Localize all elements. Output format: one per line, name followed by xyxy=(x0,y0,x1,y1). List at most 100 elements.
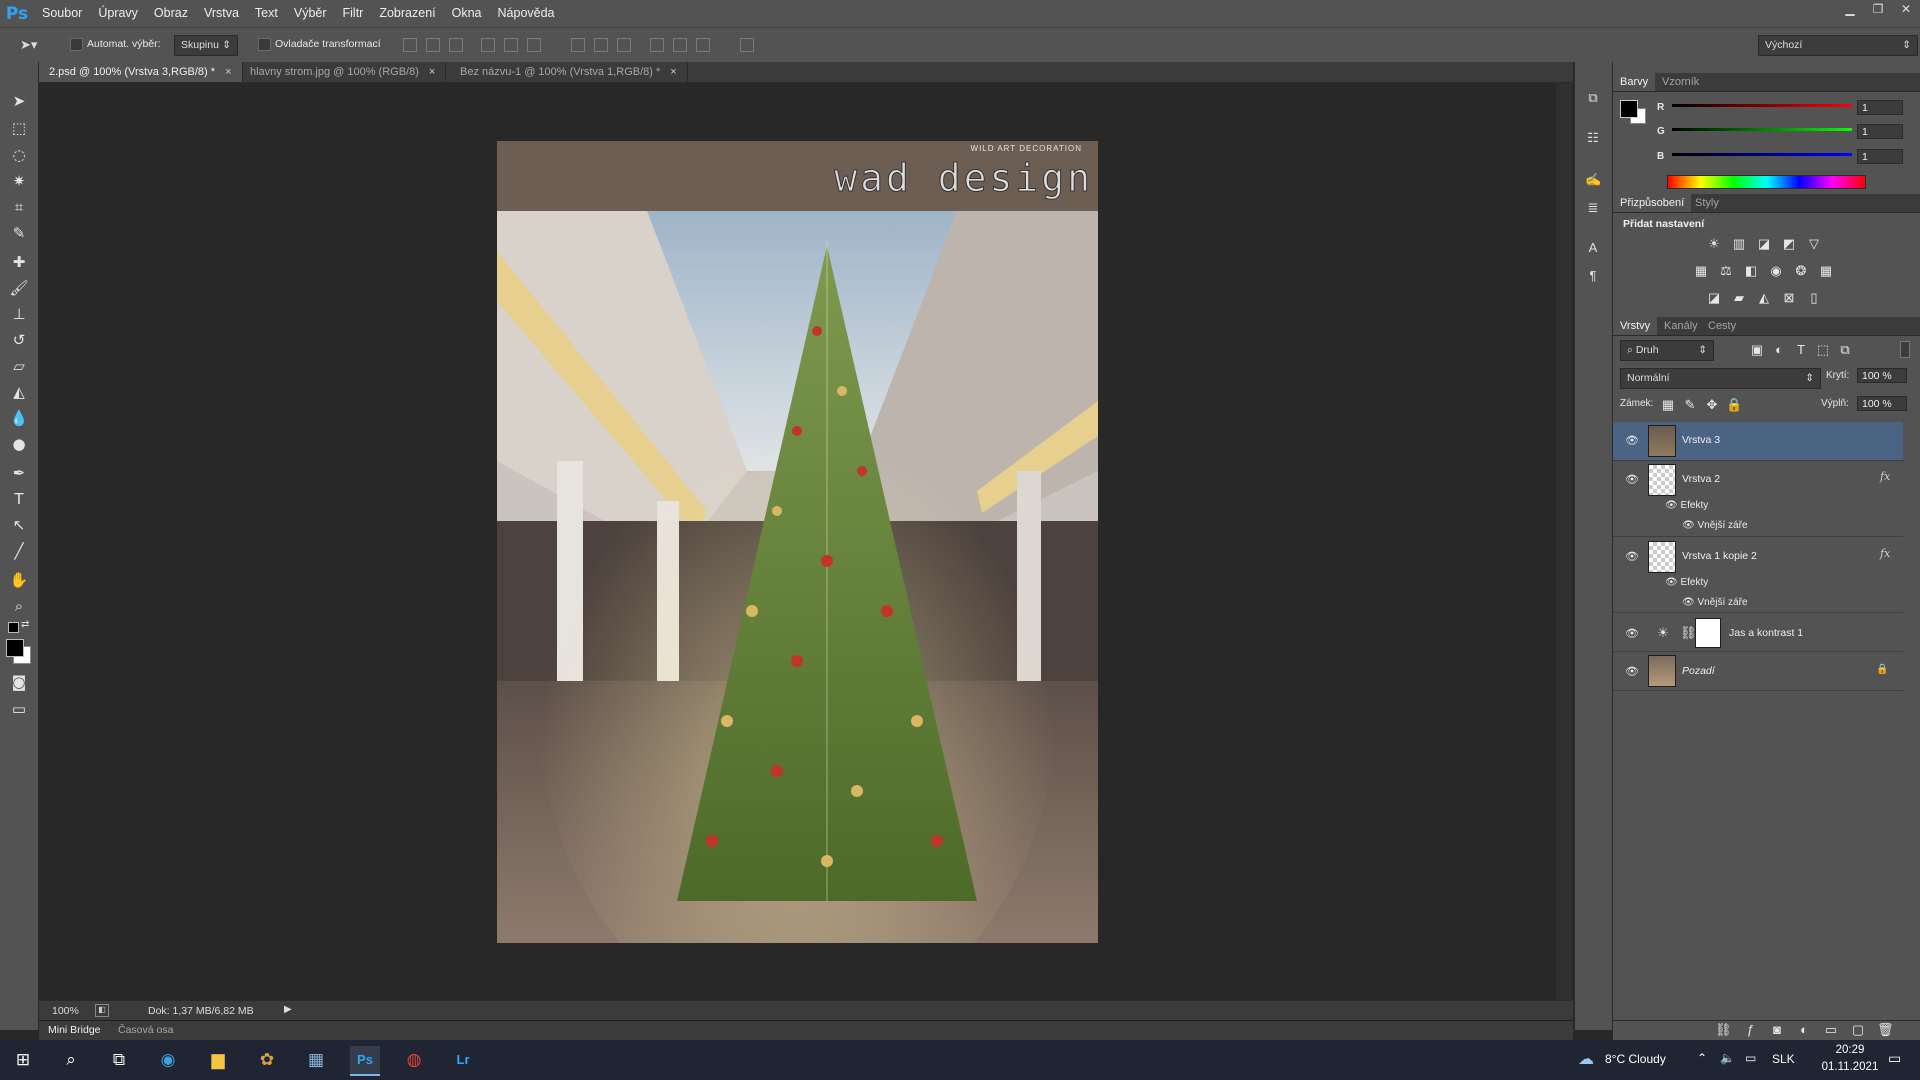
zoom-level[interactable]: 100% xyxy=(52,1005,79,1017)
proof-icon[interactable]: ◧ xyxy=(95,1004,109,1017)
posterize-icon[interactable]: ▰ xyxy=(1731,291,1747,305)
red-value[interactable]: 1 xyxy=(1857,100,1903,115)
menu-upravy[interactable]: Úpravy xyxy=(90,0,146,27)
layer-name[interactable]: Vrstva 2 xyxy=(1682,473,1720,485)
filter-toggle-switch[interactable] xyxy=(1900,341,1910,358)
lock-all-icon[interactable]: 🔒 xyxy=(1726,398,1742,412)
brush-panel-icon[interactable]: ✍ xyxy=(1585,172,1601,188)
auto-align-icon[interactable] xyxy=(740,38,754,52)
screen-mode-icon[interactable]: ▭ xyxy=(7,698,31,720)
quick-mask-icon[interactable]: ◙ xyxy=(7,671,31,693)
effects-label[interactable]: 👁 Efekty xyxy=(1665,577,1708,588)
pen-tool-icon[interactable]: ✒ xyxy=(7,462,31,484)
color-panel-fg-swatch[interactable] xyxy=(1620,100,1638,118)
add-style-icon[interactable]: ƒ xyxy=(1742,1023,1758,1037)
visibility-eye-icon[interactable]: 👁 xyxy=(1625,473,1639,486)
layer-name[interactable]: Vrstva 3 xyxy=(1682,434,1720,446)
delete-layer-icon[interactable]: 🗑 xyxy=(1877,1023,1894,1037)
crop-tool-icon[interactable]: ⌗ xyxy=(7,196,31,218)
weather-text[interactable]: 8°C Cloudy xyxy=(1605,1052,1666,1066)
language-indicator[interactable]: SLK xyxy=(1772,1052,1795,1066)
menu-obraz[interactable]: Obraz xyxy=(146,0,196,27)
gradient-map-icon[interactable]: ⊠ xyxy=(1781,291,1797,305)
black-white-icon[interactable]: ◧ xyxy=(1743,264,1759,278)
layer-name[interactable]: Pozadí xyxy=(1682,665,1715,677)
history-panel-icon[interactable]: ⧉ xyxy=(1585,90,1601,106)
marquee-tool-icon[interactable]: ⬚ xyxy=(7,117,31,139)
align-right-icon[interactable] xyxy=(527,38,541,52)
green-slider[interactable] xyxy=(1672,128,1852,131)
distribute-top-icon[interactable] xyxy=(571,38,585,52)
menu-vyber[interactable]: Výběr xyxy=(286,0,335,27)
close-tab-icon[interactable]: × xyxy=(225,66,231,78)
tab-cesty[interactable]: Cesty xyxy=(1701,317,1743,335)
lock-position-icon[interactable]: ✥ xyxy=(1704,398,1720,412)
align-left-icon[interactable] xyxy=(481,38,495,52)
properties-panel-icon[interactable]: ☷ xyxy=(1585,130,1601,146)
visibility-eye-icon[interactable]: 👁 xyxy=(1625,434,1639,447)
move-tool-preset-icon[interactable]: ➤▾ xyxy=(20,37,37,53)
type-tool-icon[interactable]: T xyxy=(7,488,31,510)
outer-glow-effect[interactable]: 👁 Vnější záře xyxy=(1682,597,1748,608)
blue-value[interactable]: 1 xyxy=(1857,149,1903,164)
layer-filter-dropdown[interactable]: ⌕ Druh ⇕ xyxy=(1620,340,1714,361)
brightness-contrast-icon[interactable]: ☀ xyxy=(1706,237,1722,251)
tab-mini-bridge[interactable]: Mini Bridge xyxy=(48,1024,101,1036)
tab-2-psd[interactable]: 2.psd @ 100% (Vrstva 3,RGB/8) * × xyxy=(39,62,243,82)
outer-glow-effect[interactable]: 👁 Vnější záře xyxy=(1682,520,1748,531)
tab-styly[interactable]: Styly xyxy=(1688,194,1726,212)
chrome-browser-icon[interactable]: ◍ xyxy=(399,1046,429,1074)
color-balance-icon[interactable]: ⚖ xyxy=(1718,264,1734,278)
layer-name[interactable]: Vrstva 1 kopie 2 xyxy=(1682,550,1757,562)
minimize-button[interactable]: ▁ xyxy=(1836,0,1864,20)
windows-start-icon[interactable]: ⊞ xyxy=(8,1046,38,1074)
zoom-tool-icon[interactable]: ⌕ xyxy=(7,595,31,617)
curves-icon[interactable]: ◪ xyxy=(1756,237,1772,251)
selective-color-icon[interactable]: ▯ xyxy=(1806,291,1822,305)
menu-zobrazeni[interactable]: Zobrazení xyxy=(371,0,443,27)
effects-label[interactable]: 👁 Efekty xyxy=(1665,500,1708,511)
clock-time[interactable]: 20:29 xyxy=(1820,1044,1880,1056)
link-layers-icon[interactable]: ⛓ xyxy=(1715,1023,1732,1037)
path-selection-tool-icon[interactable]: ↖ xyxy=(7,514,31,536)
restore-button[interactable]: ❐ xyxy=(1864,0,1892,20)
auto-select-dropdown[interactable]: Skupinu ⇕ xyxy=(174,35,238,56)
document-canvas[interactable]: WILD ART DECORATION wad design xyxy=(497,141,1098,943)
photoshop-taskbar-icon[interactable]: Ps xyxy=(350,1046,380,1076)
threshold-icon[interactable]: ◭ xyxy=(1756,291,1772,305)
visibility-eye-icon[interactable]: 👁 xyxy=(1625,665,1639,678)
tab-hlavny-strom[interactable]: hlavny strom.jpg @ 100% (RGB/8) × xyxy=(240,62,447,82)
weather-cloud-icon[interactable]: ☁ xyxy=(1578,1049,1594,1069)
tray-chevron-icon[interactable]: ⌃ xyxy=(1697,1051,1707,1065)
distribute-bottom-icon[interactable] xyxy=(617,38,631,52)
visibility-eye-icon[interactable]: 👁 xyxy=(1682,520,1697,531)
visibility-eye-icon[interactable]: 👁 xyxy=(1665,500,1680,511)
paint-app-icon[interactable]: ✿ xyxy=(252,1046,282,1074)
photo-filter-icon[interactable]: ◉ xyxy=(1768,264,1784,278)
blur-tool-icon[interactable]: 💧 xyxy=(7,407,31,429)
hue-saturation-icon[interactable]: ▦ xyxy=(1693,264,1709,278)
menu-filtr[interactable]: Filtr xyxy=(335,0,372,27)
close-button[interactable]: ✕ xyxy=(1892,0,1920,20)
align-vcenter-icon[interactable] xyxy=(426,38,440,52)
speaker-icon[interactable]: 🔈 xyxy=(1720,1051,1735,1065)
layer-name[interactable]: Jas a kontrast 1 xyxy=(1729,627,1803,639)
tab-timeline[interactable]: Časová osa xyxy=(118,1024,173,1036)
lock-image-icon[interactable]: ✎ xyxy=(1682,398,1698,412)
eraser-tool-icon[interactable]: ▱ xyxy=(7,355,31,377)
vertical-scrollbar[interactable] xyxy=(1556,83,1572,1000)
search-icon[interactable]: ⌕ xyxy=(56,1046,86,1074)
history-brush-tool-icon[interactable]: ↺ xyxy=(7,329,31,351)
color-spectrum-bar[interactable] xyxy=(1667,175,1866,189)
paragraph-panel-icon[interactable]: ¶ xyxy=(1585,268,1601,284)
channel-mixer-icon[interactable]: ❂ xyxy=(1793,264,1809,278)
opacity-value[interactable]: 100 % xyxy=(1857,368,1907,383)
distribute-vcenter-icon[interactable] xyxy=(594,38,608,52)
menu-vrstva[interactable]: Vrstva xyxy=(196,0,247,27)
lightroom-taskbar-icon[interactable]: Lr xyxy=(448,1046,478,1074)
paint-bucket-tool-icon[interactable]: ◭ xyxy=(7,381,31,403)
tab-vrstvy[interactable]: Vrstvy xyxy=(1613,317,1658,335)
calculator-icon[interactable]: ▦ xyxy=(301,1046,331,1074)
chain-link-icon[interactable]: ⛓ xyxy=(1680,626,1697,640)
levels-icon[interactable]: ▥ xyxy=(1731,237,1747,251)
